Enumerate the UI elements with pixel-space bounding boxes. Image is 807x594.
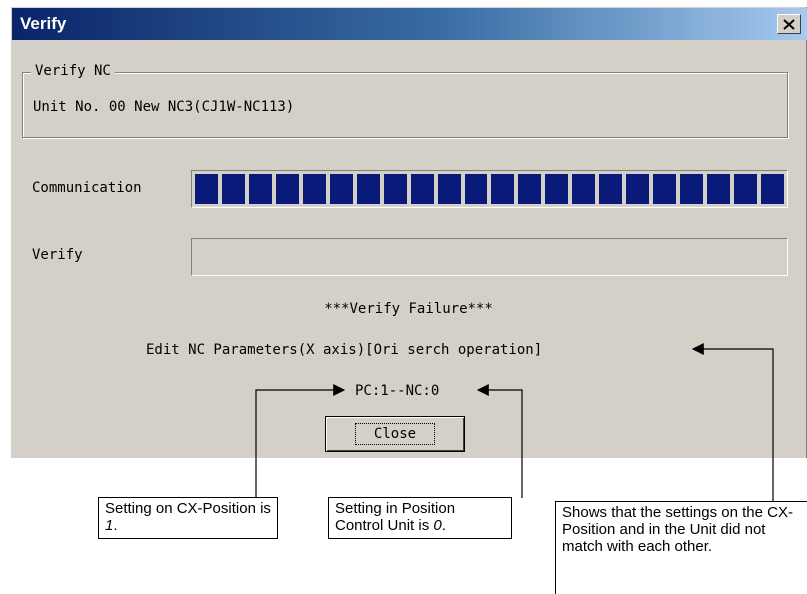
nc-setting-callout: Setting in Position Control Unit is 0.: [328, 497, 512, 539]
mismatch-callout: Shows that the settings on the CX-Positi…: [555, 501, 807, 594]
pc-setting-callout: Setting on CX-Position is 1.: [98, 497, 278, 539]
pc-setting-text: Setting on CX-Position is: [105, 500, 271, 517]
nc-setting-suffix: .: [441, 517, 446, 534]
mismatch-arrow: [691, 343, 774, 503]
nc-setting-value: 0: [433, 517, 442, 534]
nc-setting-arrow: [476, 384, 523, 498]
pc-setting-suffix: .: [113, 517, 118, 534]
mismatch-text: Shows that the settings on the CX-Positi…: [562, 504, 793, 555]
pc-setting-arrow: [255, 384, 346, 498]
